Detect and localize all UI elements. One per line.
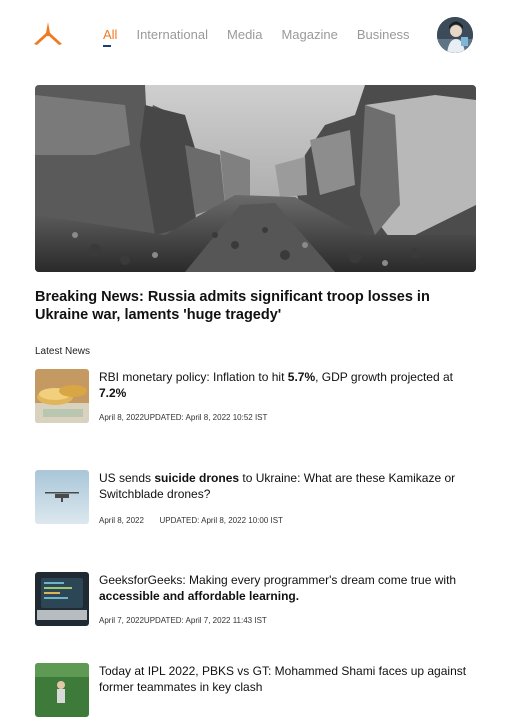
news-meta: April 8, 2022 UPDATED: April 8, 2022 10:… bbox=[99, 516, 283, 525]
tab-magazine[interactable]: Magazine bbox=[281, 27, 337, 45]
news-item-drones[interactable]: US sends suicide drones to Ukraine: What… bbox=[35, 470, 475, 530]
news-meta: April 8, 2022UPDATED: April 8, 2022 10:5… bbox=[99, 413, 268, 422]
latest-news-label: Latest News bbox=[35, 346, 91, 357]
user-avatar[interactable] bbox=[437, 17, 473, 53]
tab-media[interactable]: Media bbox=[227, 27, 262, 45]
tripod-logo-icon[interactable] bbox=[32, 20, 64, 48]
news-headline: RBI monetary policy: Inflation to hit 5.… bbox=[99, 370, 453, 400]
news-meta: April 7, 2022UPDATED: April 7, 2022 11:4… bbox=[99, 616, 267, 625]
laptop-thumbnail bbox=[35, 572, 89, 626]
news-item-rbi[interactable]: RBI monetary policy: Inflation to hit 5.… bbox=[35, 369, 475, 429]
rbi-thumbnail bbox=[35, 369, 89, 423]
news-headline: US sends suicide drones to Ukraine: What… bbox=[99, 471, 456, 501]
hero-image[interactable] bbox=[35, 85, 476, 272]
app-header: All International Media Magazine Busines… bbox=[0, 0, 508, 72]
news-headline: Today at IPL 2022, PBKS vs GT: Mohammed … bbox=[99, 664, 467, 694]
drone-thumbnail bbox=[35, 470, 89, 524]
category-tabs: All International Media Magazine Busines… bbox=[103, 27, 429, 47]
news-item-ipl[interactable]: Today at IPL 2022, PBKS vs GT: Mohammed … bbox=[35, 663, 475, 723]
news-headline: GeeksforGeeks: Making every programmer's… bbox=[99, 573, 457, 603]
hero-headline[interactable]: Breaking News: Russia admits significant… bbox=[35, 288, 445, 324]
tab-business[interactable]: Business bbox=[357, 27, 410, 45]
news-item-geeksforgeeks[interactable]: GeeksforGeeks: Making every programmer's… bbox=[35, 572, 475, 632]
tab-international[interactable]: International bbox=[136, 27, 208, 45]
cricket-thumbnail bbox=[35, 663, 89, 717]
tab-all[interactable]: All bbox=[103, 27, 117, 47]
